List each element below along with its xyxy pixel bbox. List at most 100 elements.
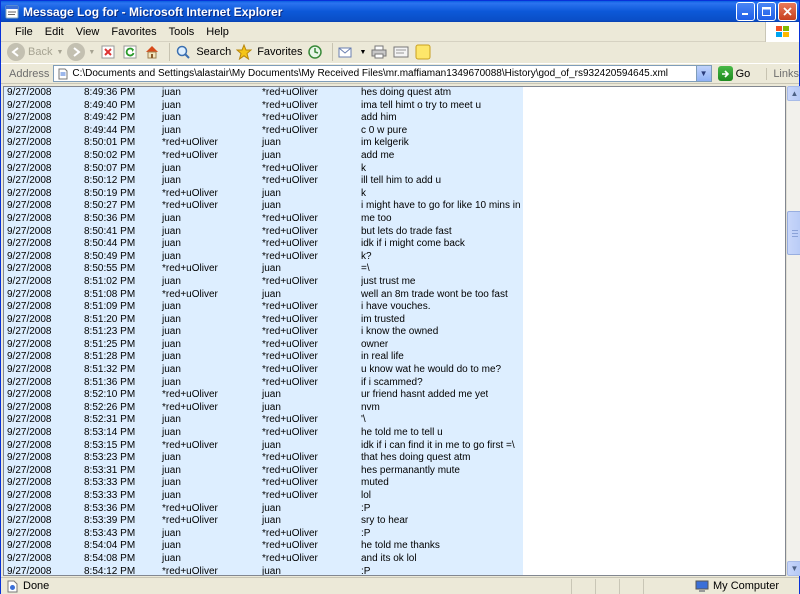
mail-dropdown-icon[interactable]: ▼ — [359, 49, 366, 56]
address-input[interactable]: C:\Documents and Settings\alastair\My Do… — [53, 65, 712, 82]
log-date: 9/27/2008 — [7, 338, 52, 350]
log-sender: *red+uOliver — [162, 187, 218, 199]
log-row: 9/27/2008 8:53:43 PM juan *red+uOliver:P — [4, 528, 523, 541]
scroll-thumb[interactable] — [787, 211, 800, 255]
go-label: Go — [735, 67, 751, 80]
scroll-down-button[interactable]: ▼ — [787, 561, 800, 576]
log-recipient: *red+uOliver — [262, 552, 318, 564]
log-message: c 0 w pure — [361, 124, 408, 136]
log-message: im kelgerik — [361, 137, 409, 149]
log-time: 8:51:25 PM — [84, 338, 136, 350]
log-sender: juan — [162, 301, 181, 313]
stop-icon[interactable] — [99, 43, 117, 61]
search-icon — [174, 43, 192, 61]
menu-help[interactable]: Help — [200, 26, 235, 38]
history-icon[interactable] — [306, 43, 324, 61]
log-message: i have vouches. — [361, 301, 431, 313]
log-row: 9/27/2008 8:51:23 PM juan *red+uOliver i kno… — [4, 326, 523, 339]
log-sender: juan — [162, 552, 181, 564]
log-row: 9/27/2008 8:50:07 PM juan *red+uOliver k — [4, 163, 523, 176]
log-time: 8:51:02 PM — [84, 275, 136, 287]
log-message: i might have to go for like 10 mins in a… — [361, 200, 521, 212]
log-date: 9/27/2008 — [7, 137, 52, 149]
log-sender: juan — [162, 212, 181, 224]
menu-view[interactable]: View — [70, 26, 106, 38]
log-row: 9/27/2008 8:49:42 PM juan *red+uOliver add h… — [4, 112, 523, 125]
log-message: owner — [361, 338, 389, 350]
menu-favorites[interactable]: Favorites — [105, 26, 162, 38]
log-recipient: *red+uOliver — [262, 464, 318, 476]
log-row: 9/27/2008 8:53:36 PM *red+uOliver juan:P — [4, 503, 523, 516]
log-recipient: juan — [262, 502, 281, 514]
log-recipient: *red+uOliver — [262, 112, 318, 124]
log-message: but lets do trade fast — [361, 225, 452, 237]
log-message: add him — [361, 112, 397, 124]
log-row: 9/27/2008 8:49:44 PM juan *red+uOliver c 0 w… — [4, 125, 523, 138]
log-recipient: *red+uOliver — [262, 301, 318, 313]
log-sender: juan — [162, 364, 181, 376]
maximize-button[interactable] — [757, 2, 776, 21]
log-sender: juan — [162, 326, 181, 338]
home-icon[interactable] — [143, 43, 161, 61]
log-row: 9/27/2008 8:50:27 PM *red+uOliver juan i mig… — [4, 200, 523, 213]
log-sender: juan — [162, 351, 181, 363]
log-recipient: *red+uOliver — [262, 124, 318, 136]
links-button[interactable]: Links — [766, 67, 799, 80]
log-sender: *red+uOliver — [162, 401, 218, 413]
log-time: 8:51:28 PM — [84, 351, 136, 363]
scroll-up-button[interactable]: ▲ — [787, 86, 800, 101]
log-sender: *red+uOliver — [162, 439, 218, 451]
log-message: i know the owned — [361, 326, 439, 338]
log-time: 8:50:27 PM — [84, 200, 136, 212]
log-date: 9/27/2008 — [7, 464, 52, 476]
log-date: 9/27/2008 — [7, 313, 52, 325]
messenger-icon[interactable] — [414, 43, 432, 61]
log-row: 9/27/2008 8:53:15 PM *red+uOliver juan idk i… — [4, 440, 523, 453]
title-bar[interactable]: Message Log for - Microsoft Internet Exp… — [1, 1, 799, 22]
ie-window: Message Log for - Microsoft Internet Exp… — [0, 0, 800, 594]
edit-icon[interactable] — [392, 43, 410, 61]
log-recipient: *red+uOliver — [262, 414, 318, 426]
log-recipient: *red+uOliver — [262, 364, 318, 376]
vertical-scrollbar[interactable]: ▲ ▼ — [786, 86, 800, 576]
forward-dropdown-icon[interactable]: ▼ — [88, 49, 95, 56]
minimize-button[interactable] — [736, 2, 755, 21]
log-time: 8:50:49 PM — [84, 250, 136, 262]
log-sender: juan — [162, 490, 181, 501]
log-row: 9/27/2008 8:51:02 PM juan *red+uOliver just … — [4, 276, 523, 289]
log-date: 9/27/2008 — [7, 87, 52, 98]
mail-icon[interactable] — [337, 43, 355, 61]
log-row: 9/27/2008 8:51:36 PM juan *red+uOliver if i … — [4, 377, 523, 390]
log-row: 9/27/2008 8:53:14 PM juan *red+uOliver he to… — [4, 427, 523, 440]
log-row: 9/27/2008 8:53:33 PM juan *red+uOliver lol — [4, 490, 523, 503]
log-recipient: juan — [262, 288, 281, 300]
log-row: 9/27/2008 8:50:49 PM juan *red+uOliver k? — [4, 251, 523, 264]
log-time: 8:54:04 PM — [84, 540, 136, 552]
favorites-button[interactable]: Favorites — [235, 42, 302, 62]
refresh-icon[interactable] — [121, 43, 139, 61]
forward-button[interactable]: ▼ — [67, 42, 95, 62]
back-arrow-icon — [7, 43, 25, 61]
log-time: 8:53:43 PM — [84, 527, 136, 539]
address-label: Address — [9, 67, 50, 80]
back-dropdown-icon[interactable]: ▼ — [56, 49, 63, 56]
close-button[interactable] — [778, 2, 797, 21]
menu-file[interactable]: File — [1, 26, 39, 38]
log-row: 9/27/2008 8:49:40 PM juan *red+uOliver ima t… — [4, 100, 523, 113]
back-button[interactable]: Back ▼ — [7, 42, 63, 62]
menu-tools[interactable]: Tools — [163, 26, 201, 38]
log-recipient: *red+uOliver — [262, 452, 318, 464]
menu-edit[interactable]: Edit — [39, 26, 70, 38]
address-dropdown-icon[interactable]: ▼ — [695, 66, 711, 81]
log-message: hes permanantly mute — [361, 464, 460, 476]
log-recipient: *red+uOliver — [262, 238, 318, 250]
favorites-label: Favorites — [257, 46, 303, 58]
log-message: :P — [361, 565, 371, 576]
go-button[interactable]: Go — [717, 66, 751, 81]
log-date: 9/27/2008 — [7, 187, 52, 199]
log-sender: juan — [162, 452, 181, 464]
search-button[interactable]: Search — [174, 42, 231, 62]
print-icon[interactable] — [370, 43, 388, 61]
log-message: ill tell him to add u — [361, 175, 442, 187]
log-sender: *red+uOliver — [162, 389, 218, 401]
